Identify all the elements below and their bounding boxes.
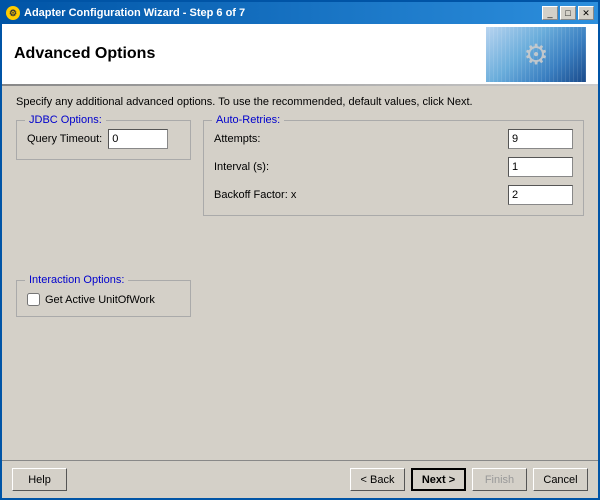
page-header: Advanced Options ⚙	[2, 24, 598, 84]
footer-left: Help	[12, 468, 67, 491]
minimize-button[interactable]: _	[542, 6, 558, 20]
left-column: JDBC Options: Query Timeout: Interaction…	[16, 120, 191, 450]
window-icon: ⚙	[6, 6, 20, 20]
back-button[interactable]: < Back	[350, 468, 405, 491]
title-bar: ⚙ Adapter Configuration Wizard - Step 6 …	[2, 2, 598, 24]
get-active-checkbox[interactable]	[27, 293, 40, 306]
interaction-options-group: Interaction Options: Get Active UnitOfWo…	[16, 280, 191, 317]
wizard-window: ⚙ Adapter Configuration Wizard - Step 6 …	[0, 0, 600, 500]
attempts-label: Attempts:	[214, 133, 260, 145]
cancel-button[interactable]: Cancel	[533, 468, 588, 491]
attempts-row: Attempts:	[214, 129, 573, 149]
interaction-options-legend: Interaction Options:	[25, 274, 128, 286]
interval-label: Interval (s):	[214, 161, 269, 173]
interval-input[interactable]	[508, 157, 573, 177]
get-active-label: Get Active UnitOfWork	[45, 294, 155, 306]
close-button[interactable]: ✕	[578, 6, 594, 20]
form-area: Specify any additional advanced options.…	[2, 86, 598, 460]
backoff-label: Backoff Factor: x	[214, 189, 296, 201]
next-button[interactable]: Next >	[411, 468, 466, 491]
backoff-input[interactable]	[508, 185, 573, 205]
query-timeout-row: Query Timeout:	[27, 129, 180, 149]
page-title: Advanced Options	[14, 45, 155, 63]
auto-retries-legend: Auto-Retries:	[212, 114, 284, 126]
maximize-button[interactable]: □	[560, 6, 576, 20]
footer: Help < Back Next > Finish Cancel	[2, 460, 598, 498]
backoff-row: Backoff Factor: x	[214, 185, 573, 205]
right-column: Auto-Retries: Attempts: Interval (s):	[203, 120, 584, 450]
auto-retries-group: Auto-Retries: Attempts: Interval (s):	[203, 120, 584, 216]
window-content: Advanced Options ⚙ Specify any additiona…	[2, 24, 598, 498]
jdbc-options-group: JDBC Options: Query Timeout:	[16, 120, 191, 160]
interval-row: Interval (s):	[214, 157, 573, 177]
columns-container: JDBC Options: Query Timeout: Interaction…	[16, 120, 584, 450]
header-image: ⚙	[486, 27, 586, 82]
query-timeout-input[interactable]	[108, 129, 168, 149]
title-bar-buttons: _ □ ✕	[542, 6, 594, 20]
query-timeout-label: Query Timeout:	[27, 133, 102, 145]
jdbc-options-legend: JDBC Options:	[25, 114, 106, 126]
finish-button[interactable]: Finish	[472, 468, 527, 491]
description-text: Specify any additional advanced options.…	[16, 96, 584, 108]
gear-icon: ⚙	[523, 38, 548, 71]
attempts-input[interactable]	[508, 129, 573, 149]
footer-right: < Back Next > Finish Cancel	[350, 468, 588, 491]
help-button[interactable]: Help	[12, 468, 67, 491]
window-title: Adapter Configuration Wizard - Step 6 of…	[24, 7, 542, 19]
get-active-row: Get Active UnitOfWork	[27, 293, 180, 306]
